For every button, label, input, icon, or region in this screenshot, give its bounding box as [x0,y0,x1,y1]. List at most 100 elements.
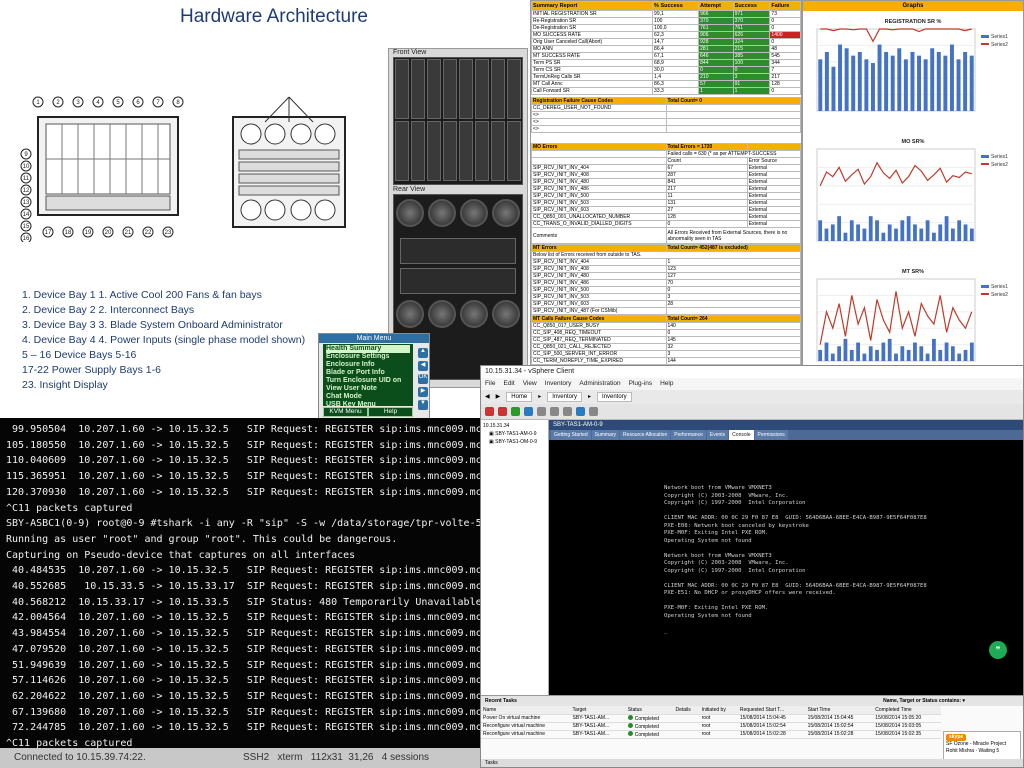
menu-view[interactable]: View [523,378,537,390]
task-col-header[interactable]: Details [673,706,700,715]
menu-inventory[interactable]: Inventory [545,378,572,390]
chat-bubble-icon[interactable]: ❞ [989,641,1007,659]
breadcrumb-inventory-2[interactable]: Inventory [596,392,632,402]
breadcrumb-home[interactable]: Home [506,392,533,402]
bar-series1 [894,353,898,361]
callout-label: 14 [23,212,30,218]
down-arrow-icon[interactable]: ▼ [418,400,428,410]
notification-popup[interactable]: skype SF Ozone - Miracle Project Rohit M… [943,731,1021,761]
task-row[interactable]: Reconfigure virtual machine SBY-TAS1-AM..… [481,722,941,731]
tab-events[interactable]: Events [706,430,729,440]
help-button[interactable]: Help [368,407,413,417]
settings-icon[interactable] [589,407,598,416]
lcd-menu-item[interactable]: Enclosure Info [326,361,410,369]
table-row: SIP_RCV_INIT_INV_486 217 External [531,185,801,193]
table-cell: 67,1 [652,52,700,60]
stop-icon[interactable] [485,407,494,416]
task-cell: Power On virtual machine [481,714,571,723]
console-line: Network boot from VMware VMXNET3 [664,552,772,559]
menu-edit[interactable]: Edit [503,378,514,390]
menu-plugins[interactable]: Plug-ins [629,378,652,390]
table-cell: Call Forward SR [531,87,654,95]
table-cell: External [746,171,801,179]
tab-summary[interactable]: Summary [591,430,620,440]
power-on-icon[interactable] [511,407,520,416]
section-total: Total Errors = 1720 [665,143,748,151]
comments-label: Comments [531,227,667,244]
left-arrow-icon[interactable]: ◀ [418,361,428,371]
task-cell-text: SBY-TAS1-AM... [572,715,610,721]
up-arrow-icon[interactable]: ▲ [418,348,428,358]
suspend-icon[interactable] [498,407,507,416]
task-row[interactable]: Power On virtual machine SBY-TAS1-AM... Co… [481,714,941,723]
task-col-header[interactable]: Requested Start T... [737,706,806,715]
reset-icon[interactable] [524,407,533,416]
callout-label: 10 [23,164,30,170]
callout-label: 17 [45,230,52,236]
menu-administration[interactable]: Administration [579,378,620,390]
ok-button[interactable]: OK [418,374,428,384]
console-line: Operating System not found [664,612,752,619]
menu-file[interactable]: File [485,378,495,390]
terminal-status-bar: Connected to 10.15.39.74:22. SSH2 xterm … [0,748,486,768]
table-cell: 0 [698,66,734,74]
tab-resource-allocation[interactable]: Resource Allocation [620,430,671,440]
table-row: MO SUCCESS RATE 62,3 906 626 1400 [531,31,801,39]
task-col-header[interactable]: Name [481,706,571,715]
menu-help[interactable]: Help [660,378,673,390]
task-col-header[interactable]: Status [625,706,674,715]
tree-vm[interactable]: ▣ SBY-TAS1-AM-0-9 [483,430,546,438]
bar-series1 [818,59,823,111]
table-cell: 30,0 [652,66,700,74]
lcd-menu-item[interactable]: Chat Mode [326,393,410,401]
lcd-menu-item[interactable]: Blade or Port Info [326,369,410,377]
tab-console[interactable]: Console [729,430,754,440]
table-cell: CC_TRANS_O_INVALID_DIALLED_DIGITS [531,220,667,228]
lcd-menu-item[interactable]: Enclosure Settings [326,353,410,361]
terminal-line: 40.484535 10.207.1.60 -> 10.15.32.5 SIP … [12,565,486,577]
kvm-menu-button[interactable]: KVM Menu [323,407,368,417]
tab-getting-started[interactable]: Getting Started [551,430,591,440]
revert-icon[interactable] [550,407,559,416]
console-icon[interactable] [576,407,585,416]
table-cell: 99,1 [652,10,700,18]
breadcrumb-inventory[interactable]: Inventory [547,392,582,402]
lcd-menu: Health Summary Enclosure Settings Enclos… [323,344,413,408]
task-cell-text: 15/08/2014 15:02:28 [739,731,786,737]
status-bar[interactable]: Tasks [481,759,1023,767]
tree-vm[interactable]: ▣ SBY-TAS1-OM-0-9 [483,438,546,446]
snapshot-icon[interactable] [537,407,546,416]
legend-label: Series1 [991,154,1008,160]
task-col-header[interactable]: Start Time [805,706,874,715]
tab-performance[interactable]: Performance [671,430,706,440]
forward-icon[interactable]: ▶ [496,390,501,404]
back-icon[interactable]: ◀ [485,390,490,404]
manager-icon[interactable] [563,407,572,416]
tab-permissions[interactable]: Permissions [754,430,788,440]
task-col-header[interactable]: Target [570,706,626,715]
task-col-header[interactable]: Completed Time [873,706,941,715]
table-row: CC_SIP_408_REQ_TIMEOUT 0 [531,329,801,337]
vm-console[interactable]: Network boot from VMware VMXNET3 Copyrigh… [549,440,1023,695]
ssh-terminal[interactable]: 99.950504 10.207.1.60 -> 10.15.32.5 SIP … [0,418,486,768]
lcd-menu-item[interactable]: Turn Enclosure UID on [326,377,410,385]
lcd-menu-item[interactable]: Health Summary [326,345,410,353]
blade-slot [443,59,457,119]
table-cell: TermUnReg Calls SR [531,73,654,81]
bar-series1 [868,216,873,241]
tasks-filter[interactable]: Name, Target or Status contains: ▾ [883,696,965,706]
bar-series1 [849,220,854,241]
lcd-menu-item[interactable]: View User Note [326,385,410,393]
tree-host[interactable]: 10.15.31.34 [483,422,546,430]
right-arrow-icon[interactable]: ▶ [418,387,428,397]
section-title: MT Errors [531,244,667,252]
table-row: SIP_RCV_INIT_INV_503 131 External [531,199,801,207]
table-cell: 370 [698,17,734,25]
terminal-line: Capturing on Pseudo-device that captures… [6,549,356,561]
task-cell: 15/08/2014 15:02:28 [805,730,874,739]
bar-series1 [849,349,854,361]
task-cell: SBY-TAS1-AM... [570,722,626,731]
task-col-header[interactable]: Initiated by [699,706,738,715]
task-row[interactable]: Reconfigure virtual machine SBY-TAS1-AM..… [481,730,941,739]
